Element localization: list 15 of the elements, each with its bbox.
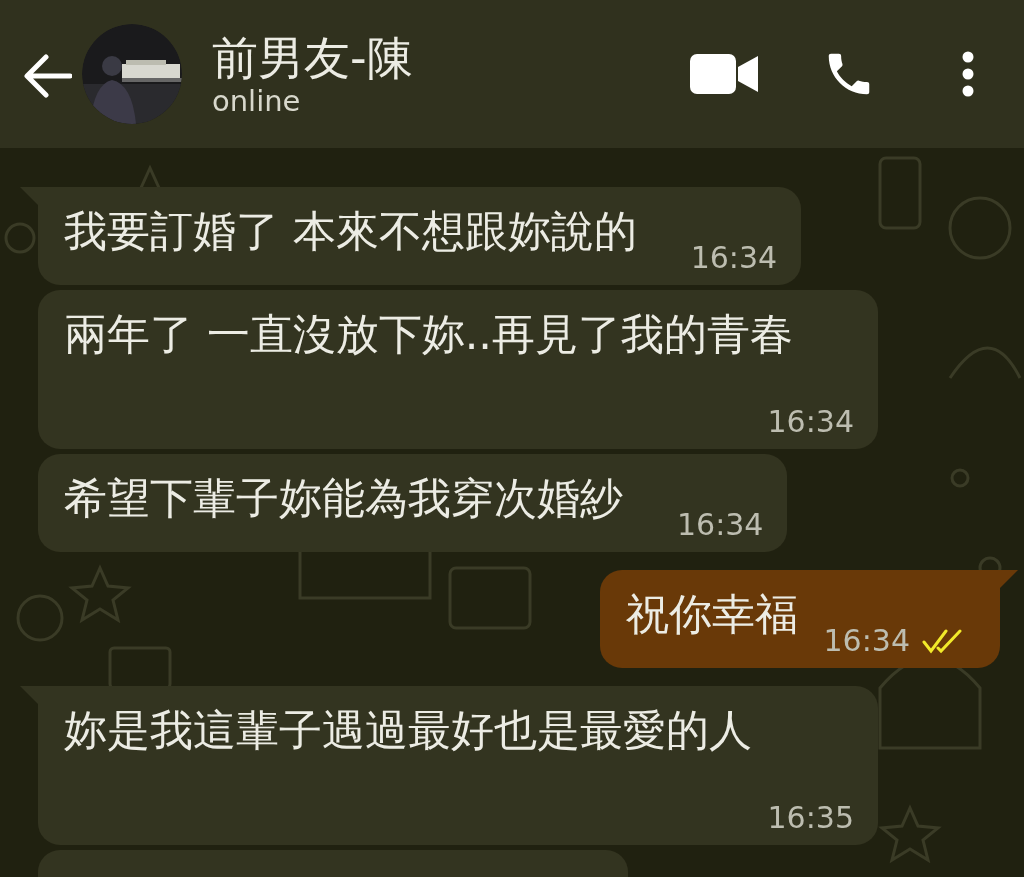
message-text: 希望下輩子妳能為我穿次婚紗 [64,474,623,522]
message-time: 16:34 [690,241,778,275]
message-time: 16:34 [823,624,910,658]
video-call-icon[interactable] [690,54,758,94]
contact-status: online [212,84,302,118]
message-text: 兩年了 一直沒放下妳..再見了我的青春 [64,310,793,358]
message-text: 祝你幸福 [625,590,798,638]
message-text: 我要訂婚了 本來不想跟妳說的 [64,207,637,255]
message-time: 16:35 [767,801,854,835]
message-text: 妳是我這輩子遇過最好也是最愛的人 [64,706,752,754]
back-arrow-icon[interactable] [24,54,72,98]
message-time: 16:34 [677,508,764,542]
more-options-icon[interactable] [962,51,974,97]
contact-name: 前男友-陳 [212,32,413,84]
message-time: 16:34 [767,405,854,439]
